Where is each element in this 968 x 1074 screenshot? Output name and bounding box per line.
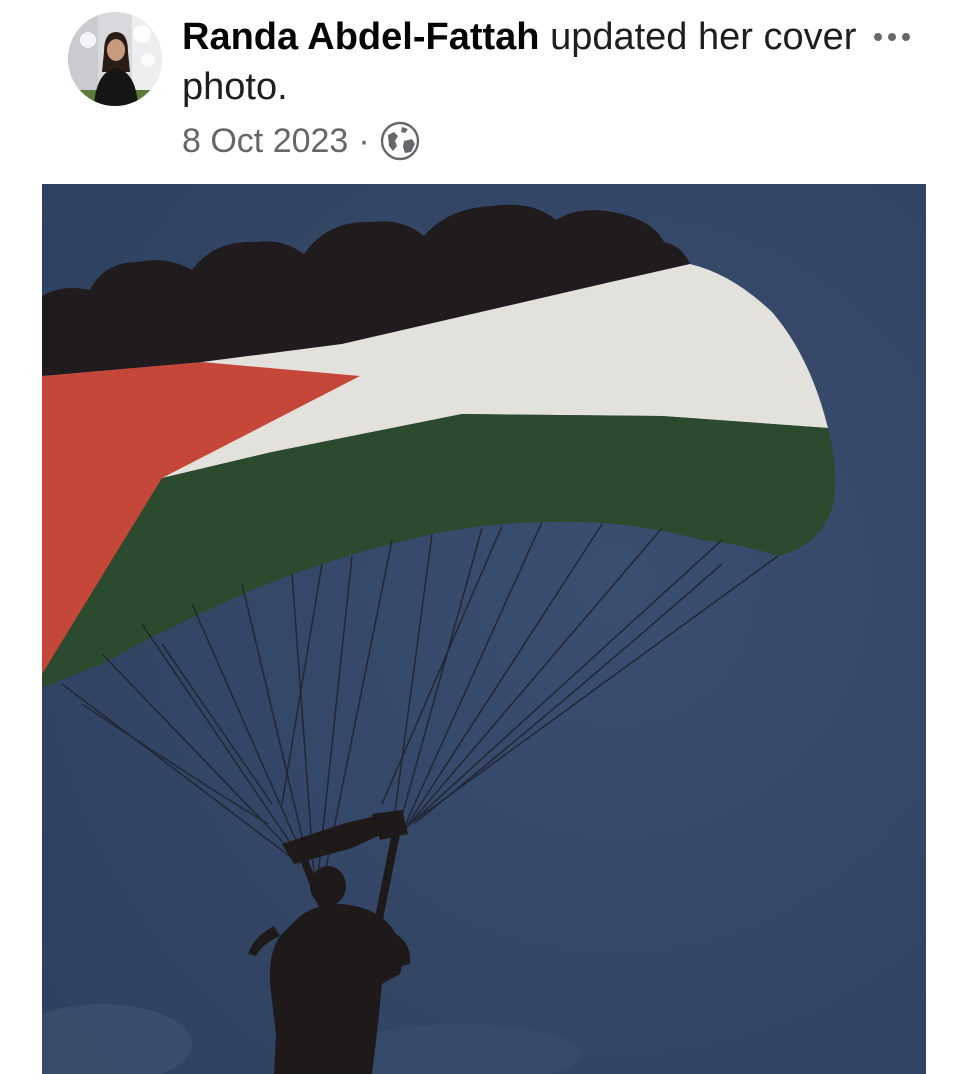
- avatar-image: [68, 12, 162, 106]
- post-meta: 8 Oct 2023 ·: [182, 118, 420, 164]
- cover-photo[interactable]: [42, 184, 926, 1074]
- post-header: Randa Abdel-Fattah updated her cover pho…: [182, 12, 862, 112]
- meta-separator: ·: [358, 121, 370, 160]
- more-options-icon: [874, 33, 910, 41]
- author-avatar[interactable]: [68, 12, 162, 106]
- globe-icon[interactable]: [380, 121, 420, 161]
- cover-photo-image: [42, 184, 926, 1074]
- more-options-button[interactable]: [868, 22, 916, 52]
- post-date-link[interactable]: 8 Oct 2023: [182, 122, 348, 161]
- facebook-post: Randa Abdel-Fattah updated her cover pho…: [0, 0, 968, 1074]
- author-name-link[interactable]: Randa Abdel-Fattah: [182, 16, 540, 58]
